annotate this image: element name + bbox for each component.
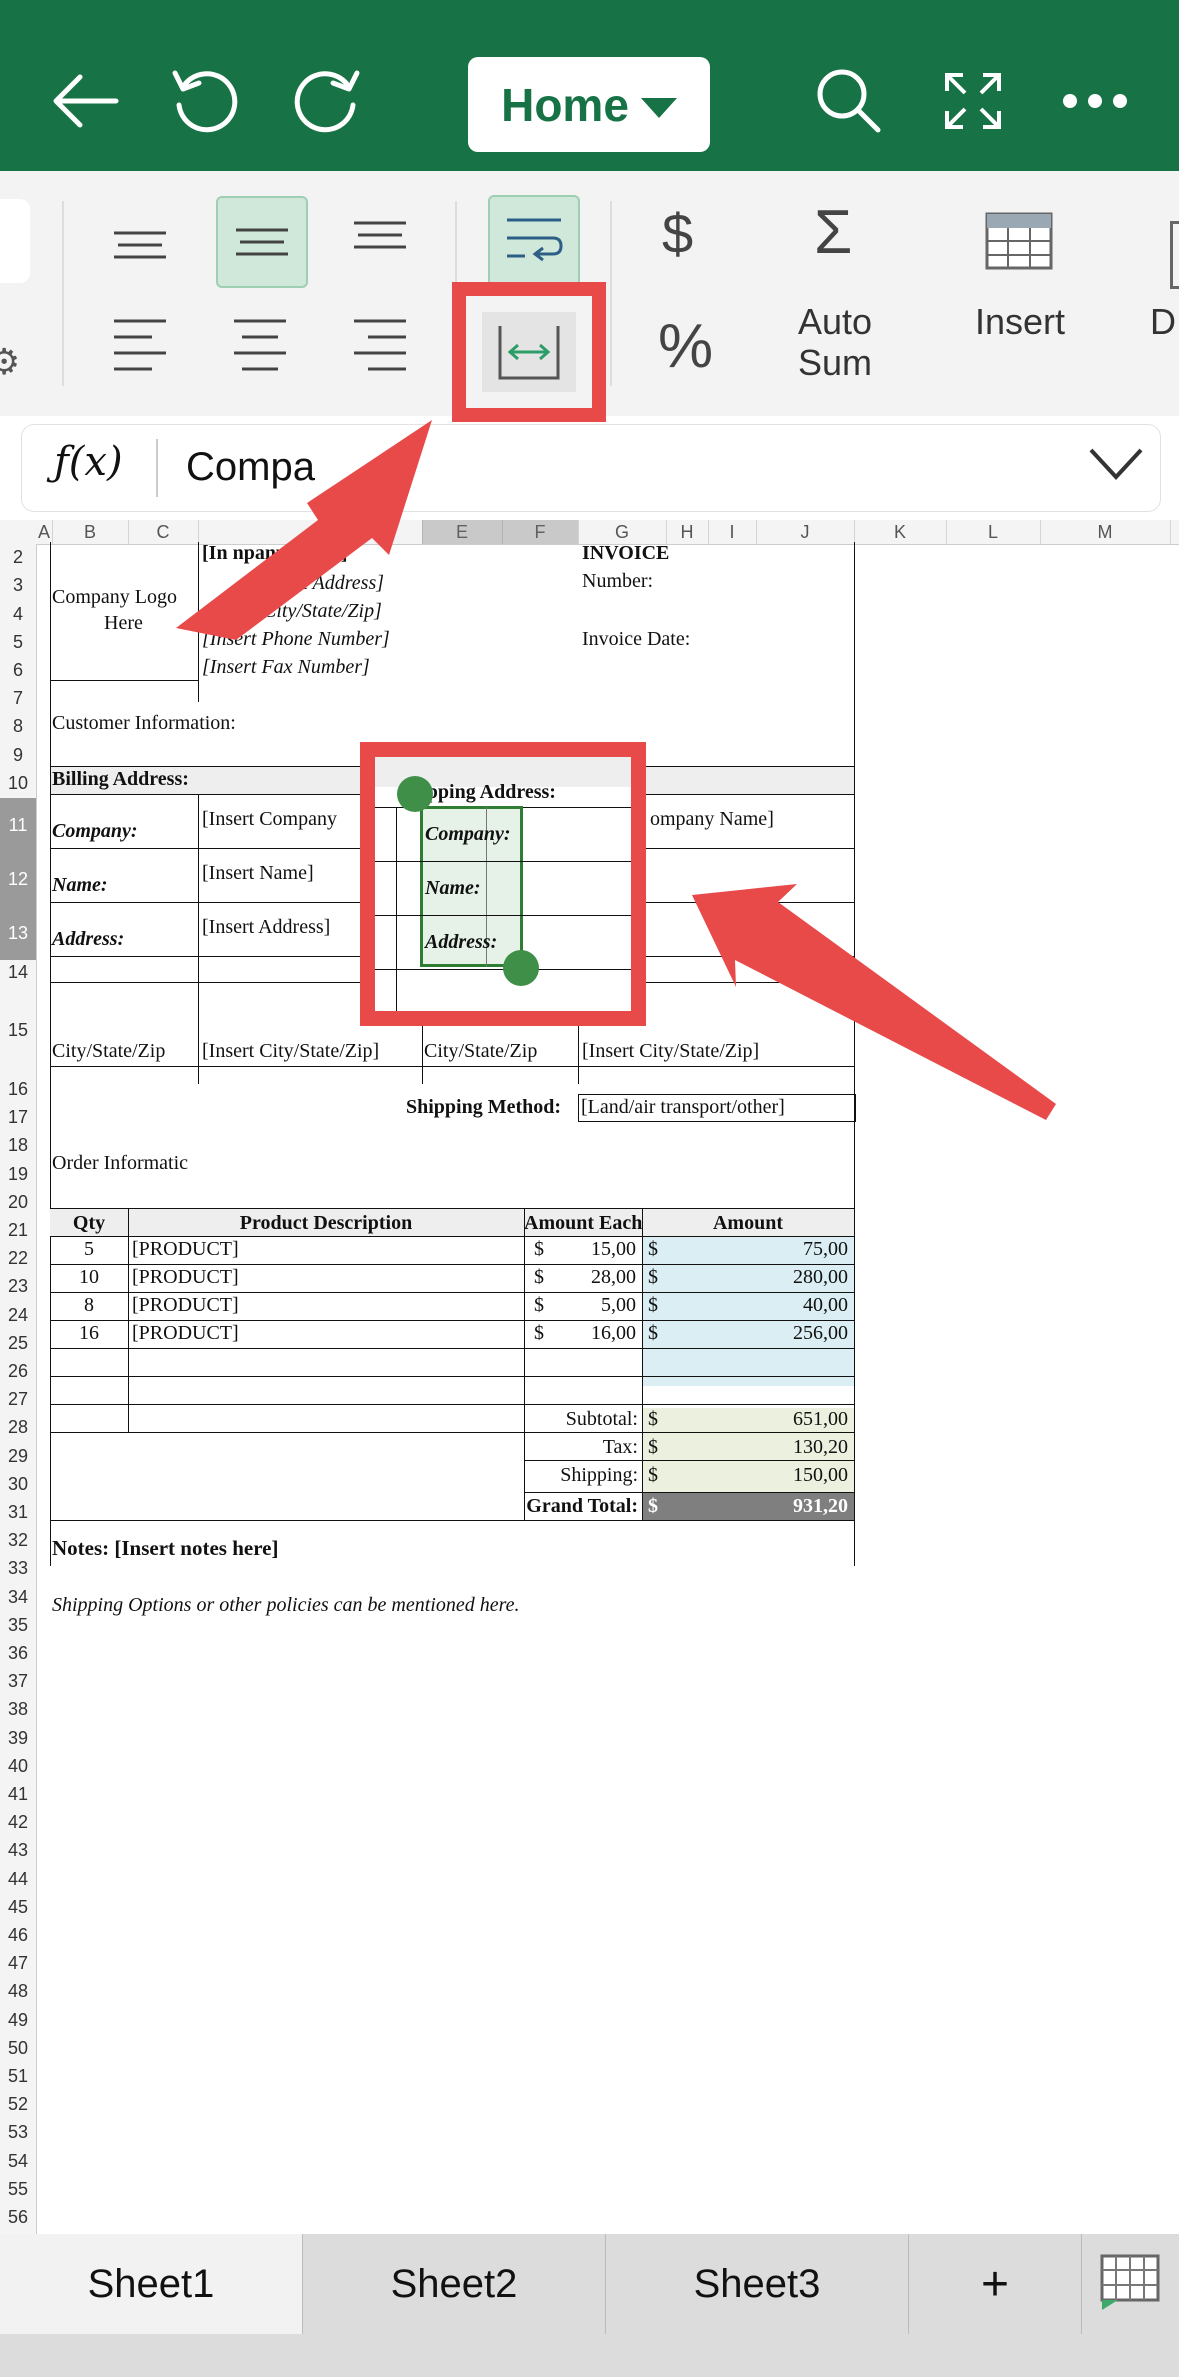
add-sheet-button[interactable]: + [909, 2234, 1082, 2334]
annotation-arrows [176, 420, 1056, 1120]
keyboard-grid-icon[interactable] [1098, 2252, 1162, 2317]
tab-sheet3[interactable]: Sheet3 [606, 2234, 909, 2334]
tab-sheet1[interactable]: Sheet1 [0, 2234, 303, 2334]
tab-sheet2[interactable]: Sheet2 [303, 2234, 606, 2334]
arrow-to-selection [692, 884, 1056, 1120]
sheet-tabs-bar: Sheet1 Sheet2 Sheet3 + [0, 2234, 1179, 2377]
arrow-to-merge [176, 420, 432, 640]
